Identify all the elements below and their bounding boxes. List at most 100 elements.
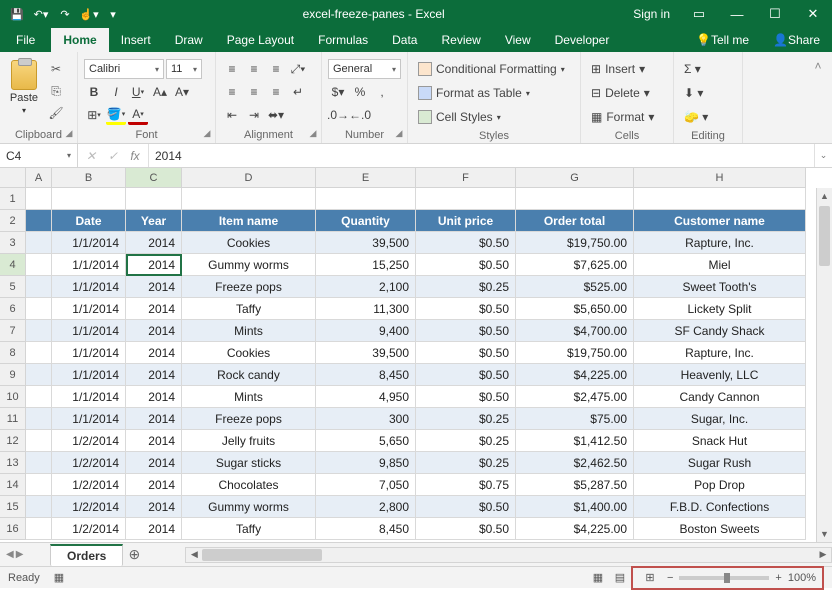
cell[interactable]: [26, 298, 52, 320]
cell[interactable]: SF Candy Shack: [634, 320, 806, 342]
cell[interactable]: 1/2/2014: [52, 496, 126, 518]
hscroll-thumb[interactable]: [202, 549, 322, 561]
cell[interactable]: Quantity: [316, 210, 416, 232]
cell[interactable]: Heavenly, LLC: [634, 364, 806, 386]
cell[interactable]: 2014: [126, 232, 182, 254]
cell[interactable]: 2014: [126, 474, 182, 496]
cell[interactable]: $0.25: [416, 452, 516, 474]
name-box[interactable]: C4▾: [0, 144, 78, 167]
cell[interactable]: 4,950: [316, 386, 416, 408]
cell[interactable]: Candy Cannon: [634, 386, 806, 408]
paste-button[interactable]: Paste ▾: [6, 56, 42, 127]
tell-me-button[interactable]: 💡 Tell me: [684, 28, 761, 52]
share-button[interactable]: 👤 Share: [761, 28, 832, 52]
cell[interactable]: 8,450: [316, 518, 416, 540]
cell[interactable]: 1/1/2014: [52, 386, 126, 408]
cell[interactable]: $0.50: [416, 518, 516, 540]
touch-mode-icon[interactable]: ☝▾: [78, 3, 100, 25]
row-header-13[interactable]: 13: [0, 452, 26, 474]
ribbon-display-icon[interactable]: ▭: [680, 0, 718, 28]
select-all-corner[interactable]: [0, 168, 26, 188]
formula-input[interactable]: 2014: [149, 144, 814, 167]
cell[interactable]: $2,475.00: [516, 386, 634, 408]
cell[interactable]: $19,750.00: [516, 342, 634, 364]
undo-icon[interactable]: ↶▾: [30, 3, 52, 25]
cell[interactable]: $0.50: [416, 342, 516, 364]
cell[interactable]: 15,250: [316, 254, 416, 276]
cell[interactable]: 2014: [126, 298, 182, 320]
cell[interactable]: [26, 276, 52, 298]
cell[interactable]: Sweet Tooth's: [634, 276, 806, 298]
redo-icon[interactable]: ↷: [54, 3, 76, 25]
cell[interactable]: Order total: [516, 210, 634, 232]
decrease-indent-icon[interactable]: ⇤: [222, 105, 242, 125]
cell[interactable]: 1/2/2014: [52, 452, 126, 474]
format-as-table-button[interactable]: Format as Table▾: [414, 82, 574, 104]
cell[interactable]: $0.50: [416, 496, 516, 518]
tab-file[interactable]: File: [0, 28, 51, 52]
scroll-up-icon[interactable]: ▲: [817, 188, 832, 204]
align-bottom-icon[interactable]: ≡: [266, 59, 286, 79]
format-cells-button[interactable]: ▦ Format ▾: [587, 106, 667, 128]
col-header-A[interactable]: A: [26, 168, 52, 188]
cell[interactable]: 39,500: [316, 232, 416, 254]
cell[interactable]: Date: [52, 210, 126, 232]
cell[interactable]: 1/1/2014: [52, 320, 126, 342]
comma-icon[interactable]: ,: [372, 82, 392, 102]
col-header-F[interactable]: F: [416, 168, 516, 188]
cell[interactable]: $5,650.00: [516, 298, 634, 320]
row-header-12[interactable]: 12: [0, 430, 26, 452]
cell[interactable]: $4,225.00: [516, 518, 634, 540]
align-middle-icon[interactable]: ≡: [244, 59, 264, 79]
row-header-16[interactable]: 16: [0, 518, 26, 540]
tab-home[interactable]: Home: [51, 28, 108, 52]
cell[interactable]: 5,650: [316, 430, 416, 452]
cell[interactable]: Pop Drop: [634, 474, 806, 496]
cell[interactable]: [26, 210, 52, 232]
cell[interactable]: Rapture, Inc.: [634, 342, 806, 364]
collapse-ribbon-icon[interactable]: ˄: [808, 56, 828, 76]
fill-button[interactable]: ⬇ ▾: [680, 82, 736, 104]
cell[interactable]: 2014: [126, 254, 182, 276]
cell[interactable]: Sugar Rush: [634, 452, 806, 474]
cell[interactable]: Rock candy: [182, 364, 316, 386]
font-color-button[interactable]: A▾: [128, 105, 148, 125]
align-right-icon[interactable]: ≡: [266, 82, 286, 102]
col-header-E[interactable]: E: [316, 168, 416, 188]
col-header-C[interactable]: C: [126, 168, 182, 188]
row-header-11[interactable]: 11: [0, 408, 26, 430]
col-header-D[interactable]: D: [182, 168, 316, 188]
enter-formula-icon[interactable]: ✓: [104, 149, 122, 163]
cell[interactable]: $0.50: [416, 232, 516, 254]
cell[interactable]: 2014: [126, 320, 182, 342]
cut-icon[interactable]: ✂: [46, 60, 66, 78]
cell[interactable]: 1/2/2014: [52, 474, 126, 496]
cell[interactable]: 7,050: [316, 474, 416, 496]
cell[interactable]: 11,300: [316, 298, 416, 320]
qat-customize-icon[interactable]: ▾: [102, 3, 124, 25]
tab-formulas[interactable]: Formulas: [306, 28, 380, 52]
cell[interactable]: $0.75: [416, 474, 516, 496]
row-header-8[interactable]: 8: [0, 342, 26, 364]
cell[interactable]: Item name: [182, 210, 316, 232]
tab-data[interactable]: Data: [380, 28, 429, 52]
cell[interactable]: 1/1/2014: [52, 254, 126, 276]
cell[interactable]: [416, 188, 516, 210]
cell[interactable]: 2014: [126, 408, 182, 430]
merge-center-icon[interactable]: ⬌▾: [266, 105, 286, 125]
font-name-combo[interactable]: Calibri▾: [84, 59, 164, 79]
currency-icon[interactable]: $▾: [328, 82, 348, 102]
cell[interactable]: Boston Sweets: [634, 518, 806, 540]
sheet-tab-orders[interactable]: Orders: [50, 544, 123, 566]
cell[interactable]: [26, 364, 52, 386]
cell[interactable]: $0.50: [416, 254, 516, 276]
page-layout-view-icon[interactable]: ▤: [609, 569, 631, 587]
copy-icon[interactable]: ⎘: [46, 82, 66, 100]
cell[interactable]: Lickety Split: [634, 298, 806, 320]
row-header-9[interactable]: 9: [0, 364, 26, 386]
cell[interactable]: [516, 188, 634, 210]
align-top-icon[interactable]: ≡: [222, 59, 242, 79]
tab-draw[interactable]: Draw: [163, 28, 215, 52]
cell[interactable]: 300: [316, 408, 416, 430]
cell[interactable]: $0.25: [416, 276, 516, 298]
